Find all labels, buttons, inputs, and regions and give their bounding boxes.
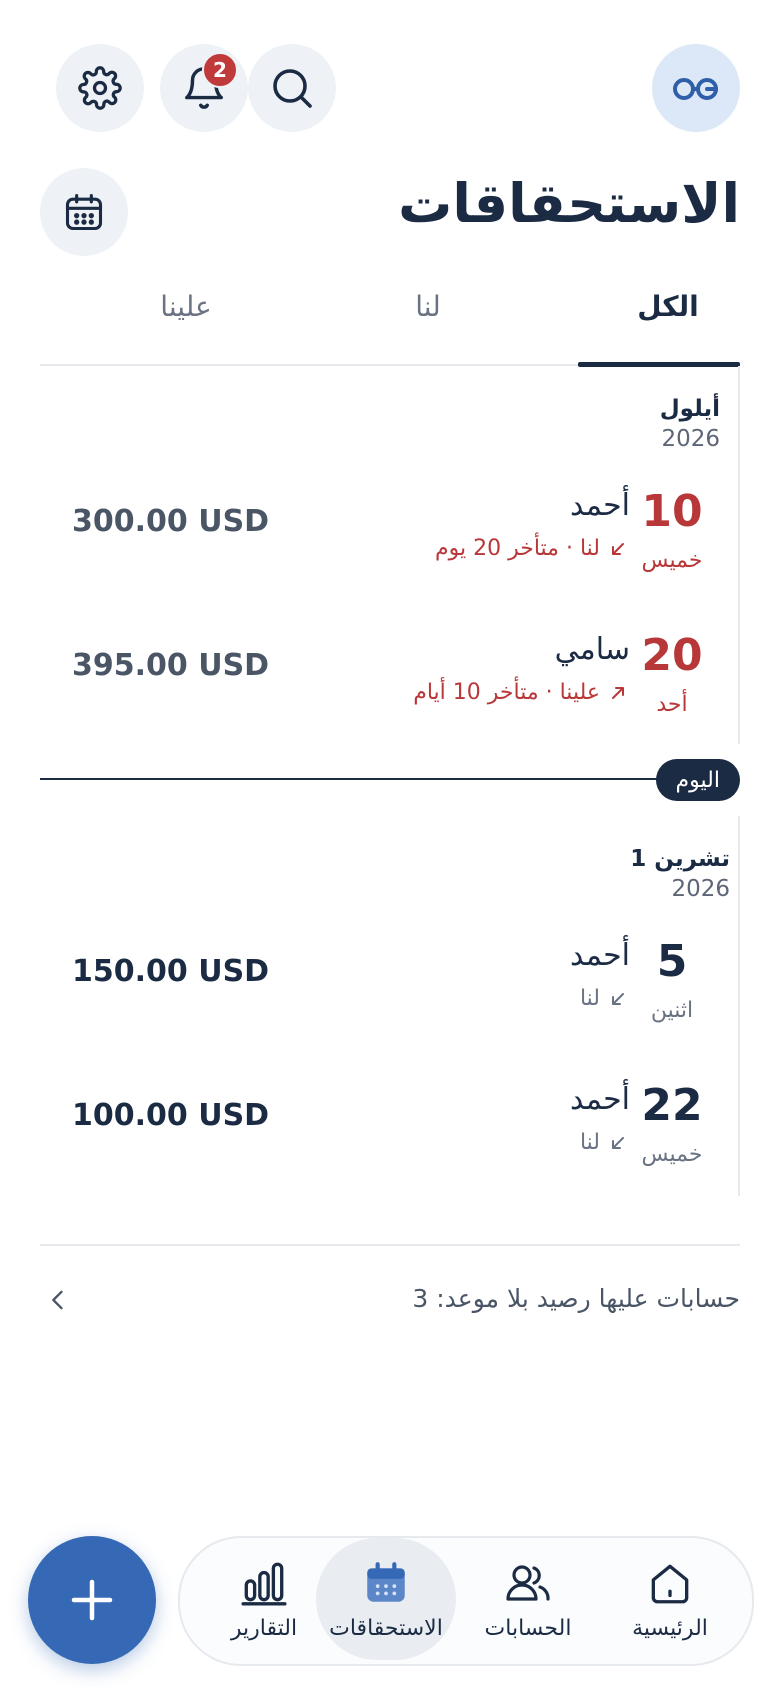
month-year: 2026 [661, 426, 720, 452]
notification-badge: 2 [202, 52, 238, 88]
app-logo[interactable] [652, 44, 740, 132]
search-button[interactable] [248, 44, 336, 132]
nav-label: الاستحقاقات [329, 1615, 443, 1641]
due-amount: 300.00 USD [72, 504, 270, 539]
due-status-text: لنا [579, 1130, 600, 1155]
bar-chart-icon [241, 1562, 287, 1605]
account-name: سامي [554, 632, 630, 667]
account-name: أحمد [570, 938, 630, 973]
due-amount: 150.00 USD [72, 954, 270, 989]
list-item[interactable]: 22 خميس أحمد لنا 100.00 USD [40, 1080, 740, 1200]
due-status: لنا [580, 1130, 628, 1155]
tab-ours[interactable]: لنا [348, 290, 508, 323]
list-item[interactable]: 20 أحد سامي علينا · متأخر 10 أيام 395.00… [40, 630, 740, 750]
due-status: لنا [580, 986, 628, 1011]
nav-label: الحسابات [484, 1615, 572, 1641]
filter-tabs: الكل لنا علينا [40, 290, 740, 367]
calendar-icon [367, 1561, 405, 1602]
list-item[interactable]: 5 اثنين أحمد لنا 150.00 USD [40, 936, 740, 1056]
page-title: الاستحقاقات [398, 172, 740, 235]
unscheduled-balances-link[interactable]: حسابات عليها رصيد بلا موعد: 3 [412, 1284, 740, 1313]
nav-home[interactable]: الرئيسية [600, 1538, 740, 1660]
search-icon [273, 69, 312, 108]
due-day: 20 [641, 630, 703, 681]
arrow-down-left-icon [612, 992, 624, 1005]
month-name: أيلول [659, 396, 720, 422]
nav-dues[interactable]: الاستحقاقات [316, 1538, 456, 1660]
plus-icon [71, 1579, 113, 1621]
nav-accounts[interactable]: الحسابات [458, 1538, 598, 1660]
divider [40, 1244, 740, 1246]
due-day: 10 [641, 486, 703, 537]
active-tab-indicator [578, 362, 740, 367]
due-status: علينا · متأخر 10 أيام [413, 680, 628, 705]
calendar-icon [65, 193, 103, 231]
month-name: تشرين 1 [630, 846, 730, 872]
due-status-text: لنا · متأخر 20 يوم [435, 536, 600, 561]
gear-icon [78, 66, 122, 110]
today-divider [40, 778, 690, 780]
account-name: أحمد [570, 1082, 630, 1117]
add-due-button[interactable] [28, 1536, 156, 1664]
tab-theirs[interactable]: علينا [106, 290, 266, 323]
due-status: لنا · متأخر 20 يوم [435, 536, 628, 561]
settings-button[interactable] [56, 44, 144, 132]
due-day: 22 [641, 1080, 703, 1131]
bottom-nav: الرئيسية الحسابات الاستحقاقات التقارير [178, 1536, 754, 1666]
due-weekday: اثنين [650, 998, 694, 1023]
calendar-view-button[interactable] [40, 168, 128, 256]
today-label: اليوم [655, 759, 740, 801]
month-header: أيلول 2026 [660, 396, 720, 452]
arrow-down-left-icon [612, 1136, 624, 1149]
account-name: أحمد [570, 488, 630, 523]
due-day: 5 [656, 936, 688, 987]
arrow-down-left-icon [612, 542, 624, 555]
due-status-text: علينا · متأخر 10 أيام [413, 680, 600, 705]
logo-icon [673, 78, 718, 100]
due-weekday: أحد [656, 692, 688, 717]
nav-label: التقارير [230, 1615, 298, 1641]
notifications-button[interactable] [160, 44, 248, 132]
due-amount: 395.00 USD [72, 648, 270, 683]
tab-all[interactable]: الكل [588, 290, 748, 323]
chevron-left-icon[interactable] [44, 1286, 72, 1318]
arrow-up-right-icon [612, 686, 624, 699]
month-header: تشرين 1 2026 [630, 846, 730, 902]
due-weekday: خميس [641, 1142, 703, 1167]
home-icon [651, 1564, 689, 1603]
due-status-text: لنا [579, 986, 600, 1011]
users-icon [506, 1564, 550, 1601]
month-year: 2026 [671, 876, 730, 902]
nav-reports[interactable]: التقارير [194, 1538, 334, 1660]
due-amount: 100.00 USD [72, 1098, 270, 1133]
due-weekday: خميس [641, 548, 703, 573]
nav-label: الرئيسية [632, 1615, 708, 1641]
list-item[interactable]: 10 خميس أحمد لنا · متأخر 20 يوم 300.00 U… [40, 486, 740, 606]
